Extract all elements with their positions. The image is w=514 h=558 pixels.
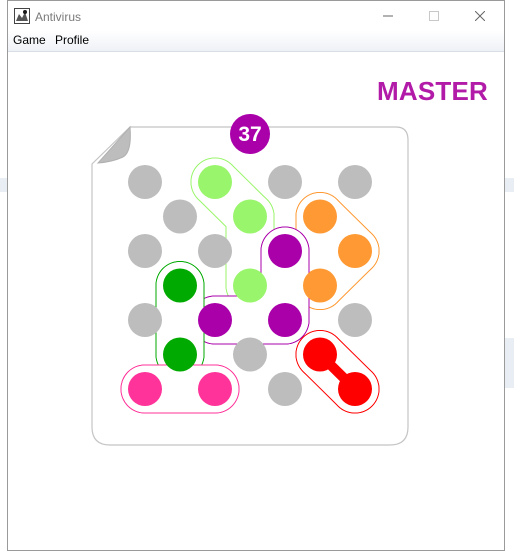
empty-cell-r2-c2: [198, 234, 232, 268]
desktop-background-left: [0, 178, 7, 192]
menu-profile[interactable]: Profile: [52, 33, 92, 47]
window-title: Antivirus: [35, 10, 82, 24]
dark-green-ball-r5-c1[interactable]: [163, 337, 197, 372]
desktop-background-right-lower: [505, 338, 514, 388]
antivirus-app-icon: [14, 8, 30, 24]
pink-ball-r6-c2[interactable]: [198, 372, 232, 406]
red-ball-r5-c5[interactable]: [303, 337, 337, 372]
game-area: MASTER 37: [8, 52, 504, 550]
empty-cell-r0-c0: [128, 165, 162, 199]
red-ball-r6-c6[interactable]: [338, 372, 372, 406]
orange-ball-r1-c5[interactable]: [303, 199, 337, 234]
dark-green-ball-r3-c1[interactable]: [163, 268, 197, 303]
orange-ball-r3-c5[interactable]: [303, 268, 337, 303]
minimize-icon: [383, 15, 393, 17]
empty-cell-r0-c6: [338, 165, 372, 199]
maximize-button[interactable]: [411, 1, 457, 31]
minimize-button[interactable]: [365, 1, 411, 31]
menu-game[interactable]: Game: [10, 33, 49, 47]
empty-cell-r2-c0: [128, 234, 162, 268]
close-icon: [475, 11, 485, 21]
orange-ball-r2-c6[interactable]: [338, 234, 372, 268]
purple-ball-r4-c4[interactable]: [268, 303, 302, 337]
desktop-background-right: [505, 178, 514, 192]
empty-cell-r5-c3: [233, 337, 267, 372]
empty-cell-r1-c1: [163, 199, 197, 234]
menu-bar: Game Profile: [8, 31, 504, 52]
empty-cell-r4-c6: [338, 303, 372, 337]
pink-ball-r6-c0[interactable]: [128, 372, 162, 406]
move-counter-text: 37: [238, 123, 261, 146]
purple-ball-r2-c4[interactable]: [268, 234, 302, 268]
light-green-ball-r3-c3[interactable]: [233, 268, 267, 303]
empty-cell-r4-c0: [128, 303, 162, 337]
light-green-ball-r0-c2[interactable]: [198, 165, 232, 199]
game-board: 37: [91, 114, 409, 446]
empty-cell-r0-c4: [268, 165, 302, 199]
close-button[interactable]: [457, 1, 503, 31]
title-bar[interactable]: Antivirus: [8, 1, 504, 31]
app-window: Antivirus Game Profile MASTER 37: [7, 0, 505, 551]
purple-ball-r4-c2[interactable]: [198, 303, 232, 337]
maximize-icon: [429, 11, 439, 21]
empty-cell-r6-c4: [268, 372, 302, 406]
light-green-ball-r1-c3[interactable]: [233, 199, 267, 234]
